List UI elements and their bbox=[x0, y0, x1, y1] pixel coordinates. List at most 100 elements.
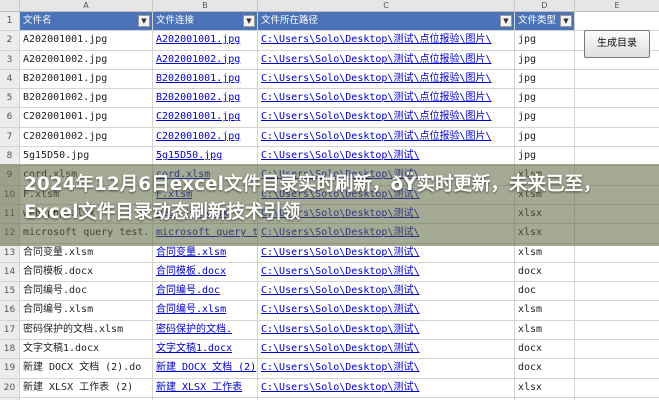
row-number[interactable]: 19 bbox=[0, 359, 20, 378]
file-path-cell[interactable]: C:\Users\Solo\Desktop\测试\点位报验\图片\ bbox=[258, 127, 515, 147]
row-number[interactable]: 3 bbox=[0, 50, 20, 69]
file-link-cell[interactable]: 新建 DOCX 文档 (2) bbox=[153, 359, 258, 378]
file-path-cell[interactable]: C:\Users\Solo\Desktop\测试\ bbox=[258, 340, 515, 359]
file-type-cell[interactable]: docx bbox=[515, 359, 575, 378]
header-cell-empty[interactable] bbox=[575, 12, 659, 31]
file-link-cell[interactable]: C202001001.jpg bbox=[153, 108, 258, 127]
file-name-cell[interactable]: 合同变量.xlsm bbox=[20, 243, 153, 262]
empty-cell[interactable] bbox=[575, 147, 659, 165]
empty-cell[interactable] bbox=[575, 89, 659, 107]
file-name-cell[interactable]: 合同编号.xlsm bbox=[20, 301, 153, 320]
column-letter-d[interactable]: D bbox=[515, 0, 575, 12]
empty-cell[interactable] bbox=[575, 128, 659, 146]
filter-dropdown-icon[interactable]: ▼ bbox=[560, 15, 572, 27]
file-type-cell[interactable]: jpg bbox=[515, 89, 575, 108]
file-path-cell[interactable]: C:\Users\Solo\Desktop\测试\点位报验\图片\ bbox=[258, 69, 515, 89]
file-link-cell[interactable]: 合同模板.docx bbox=[153, 262, 258, 282]
filter-dropdown-icon[interactable]: ▼ bbox=[243, 15, 255, 27]
file-path-cell[interactable]: C:\Users\Solo\Desktop\测试\ bbox=[258, 301, 515, 320]
file-link-cell[interactable]: A202001002.jpg bbox=[153, 50, 258, 69]
file-link-cell[interactable]: 新建 XLSX 工作表 bbox=[153, 378, 258, 397]
file-name-cell[interactable]: C202001001.jpg bbox=[20, 108, 153, 127]
file-type-cell[interactable]: docx bbox=[515, 262, 575, 282]
empty-cell[interactable] bbox=[575, 340, 659, 358]
file-type-cell[interactable]: jpg bbox=[515, 69, 575, 89]
file-link-cell[interactable]: 密码保护的文档. bbox=[153, 320, 258, 340]
file-path-cell[interactable]: C:\Users\Solo\Desktop\测试\点位报验\图片\ bbox=[258, 31, 515, 50]
row-number[interactable]: 8 bbox=[0, 147, 20, 166]
empty-cell[interactable] bbox=[575, 282, 659, 300]
file-name-cell[interactable]: 5g15D50.jpg bbox=[20, 147, 153, 166]
file-name-cell[interactable]: 合同编号.doc bbox=[20, 282, 153, 301]
row-number[interactable]: 2 bbox=[0, 31, 20, 50]
file-type-cell[interactable]: xlsm bbox=[515, 301, 575, 320]
file-link-cell[interactable]: 合同编号.doc bbox=[153, 282, 258, 301]
file-name-cell[interactable]: B202001001.jpg bbox=[20, 69, 153, 89]
row-number[interactable]: 15 bbox=[0, 282, 20, 301]
empty-cell[interactable] bbox=[575, 70, 659, 88]
file-path-cell[interactable]: C:\Users\Solo\Desktop\测试\ bbox=[258, 147, 515, 166]
file-name-cell[interactable]: C202001002.jpg bbox=[20, 127, 153, 147]
file-name-cell[interactable]: 文字文稿1.docx bbox=[20, 340, 153, 359]
file-path-cell[interactable]: C:\Users\Solo\Desktop\测试\点位报验\图片\ bbox=[258, 108, 515, 127]
row-number[interactable]: 20 bbox=[0, 378, 20, 397]
file-name-cell[interactable]: A202001001.jpg bbox=[20, 31, 153, 50]
column-letter-c[interactable]: C bbox=[258, 0, 515, 12]
file-type-cell[interactable]: jpg bbox=[515, 108, 575, 127]
row-number[interactable]: 4 bbox=[0, 69, 20, 89]
file-path-cell[interactable]: C:\Users\Solo\Desktop\测试\ bbox=[258, 320, 515, 340]
column-letter-e[interactable]: E bbox=[575, 0, 659, 12]
empty-cell[interactable] bbox=[575, 263, 659, 281]
file-name-cell[interactable]: B202001002.jpg bbox=[20, 89, 153, 108]
file-link-cell[interactable]: 5g15D50.jpg bbox=[153, 147, 258, 166]
file-link-cell[interactable]: 合同编号.xlsm bbox=[153, 301, 258, 320]
row-number[interactable]: 16 bbox=[0, 301, 20, 320]
file-link-cell[interactable]: 文字文稿1.docx bbox=[153, 340, 258, 359]
file-type-cell[interactable]: jpg bbox=[515, 127, 575, 147]
file-name-cell[interactable]: 密码保护的文档.xlsm bbox=[20, 320, 153, 340]
generate-directory-button[interactable]: 生成目录 bbox=[584, 30, 650, 58]
header-cell-type[interactable]: 文件类型 ▼ bbox=[515, 12, 575, 31]
file-name-cell[interactable]: 合同模板.docx bbox=[20, 262, 153, 282]
select-all-corner[interactable] bbox=[0, 0, 20, 12]
file-path-cell[interactable]: C:\Users\Solo\Desktop\测试\ bbox=[258, 243, 515, 262]
file-type-cell[interactable]: jpg bbox=[515, 50, 575, 69]
row-number[interactable]: 7 bbox=[0, 127, 20, 147]
file-path-cell[interactable]: C:\Users\Solo\Desktop\测试\点位报验\图片\ bbox=[258, 89, 515, 108]
file-name-cell[interactable]: 新建 DOCX 文档 (2).do bbox=[20, 359, 153, 378]
row-number[interactable]: 14 bbox=[0, 262, 20, 282]
header-cell-path[interactable]: 文件所在路径 ▼ bbox=[258, 12, 515, 31]
filter-dropdown-icon[interactable]: ▼ bbox=[500, 15, 512, 27]
file-link-cell[interactable]: A202001001.jpg bbox=[153, 31, 258, 50]
file-path-cell[interactable]: C:\Users\Solo\Desktop\测试\ bbox=[258, 282, 515, 301]
empty-cell[interactable] bbox=[575, 321, 659, 339]
file-path-cell[interactable]: C:\Users\Solo\Desktop\测试\ bbox=[258, 359, 515, 378]
file-link-cell[interactable]: C202001002.jpg bbox=[153, 127, 258, 147]
file-link-cell[interactable]: B202001001.jpg bbox=[153, 69, 258, 89]
row-number[interactable]: 1 bbox=[0, 12, 20, 31]
file-type-cell[interactable]: xlsm bbox=[515, 320, 575, 340]
file-name-cell[interactable]: A202001002.jpg bbox=[20, 50, 153, 69]
empty-cell[interactable] bbox=[575, 108, 659, 126]
file-name-cell[interactable]: 新建 XLSX 工作表 (2) bbox=[20, 378, 153, 397]
file-path-cell[interactable]: C:\Users\Solo\Desktop\测试\ bbox=[258, 378, 515, 397]
column-letter-a[interactable]: A bbox=[20, 0, 153, 12]
file-type-cell[interactable]: xlsm bbox=[515, 243, 575, 262]
file-type-cell[interactable]: docx bbox=[515, 340, 575, 359]
empty-cell[interactable] bbox=[575, 301, 659, 319]
file-type-cell[interactable]: xlsx bbox=[515, 378, 575, 397]
row-number[interactable]: 5 bbox=[0, 89, 20, 108]
row-number[interactable]: 18 bbox=[0, 340, 20, 359]
file-link-cell[interactable]: 合同变量.xlsm bbox=[153, 243, 258, 262]
header-cell-link[interactable]: 文件连接 ▼ bbox=[153, 12, 258, 31]
column-letter-b[interactable]: B bbox=[153, 0, 258, 12]
header-cell-name[interactable]: 文件名 ▼ bbox=[20, 12, 153, 31]
file-link-cell[interactable]: B202001002.jpg bbox=[153, 89, 258, 108]
row-number[interactable]: 13 bbox=[0, 243, 20, 262]
file-type-cell[interactable]: jpg bbox=[515, 31, 575, 50]
filter-dropdown-icon[interactable]: ▼ bbox=[138, 15, 150, 27]
empty-cell[interactable] bbox=[575, 359, 659, 377]
file-path-cell[interactable]: C:\Users\Solo\Desktop\测试\点位报验\图片\ bbox=[258, 50, 515, 69]
row-number[interactable]: 6 bbox=[0, 108, 20, 127]
file-type-cell[interactable]: jpg bbox=[515, 147, 575, 166]
